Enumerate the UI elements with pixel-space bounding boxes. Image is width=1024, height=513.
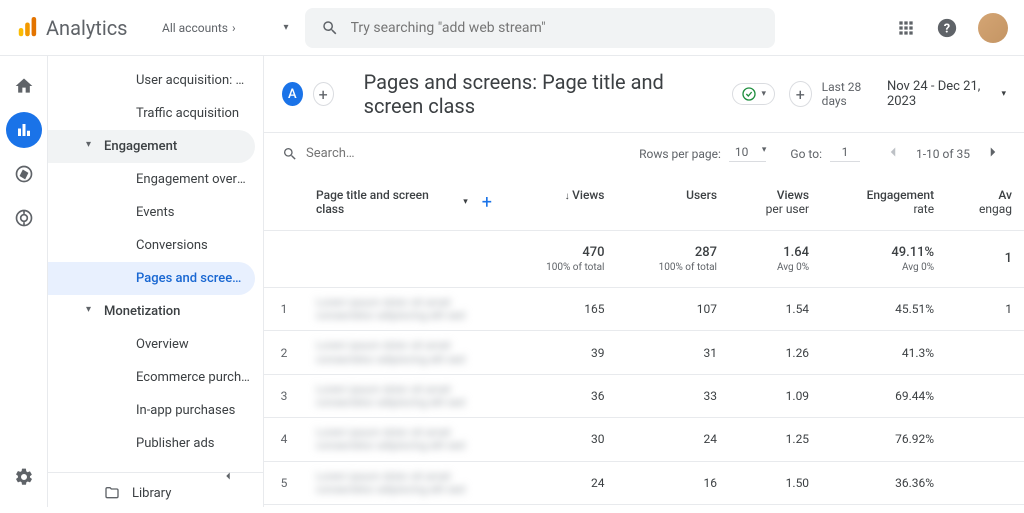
add-segment-button[interactable]: +: [313, 82, 334, 106]
check-circle-icon: [741, 86, 757, 102]
pager-next-button[interactable]: [980, 139, 1006, 168]
totals-row: 470100% of total287100% of total1.64Avg …: [264, 231, 1024, 288]
table-row[interactable]: 2Lorem ipsum dolor sit amet consectetur …: [264, 331, 1024, 374]
user-avatar[interactable]: [978, 13, 1008, 43]
analytics-logo-icon: [16, 17, 38, 39]
chevron-down-icon: ▾: [1001, 89, 1006, 99]
sidebar-item[interactable]: Engagement: [48, 130, 255, 163]
search-icon: [282, 146, 298, 162]
dimension-header[interactable]: Page title and screen class: [316, 188, 457, 216]
library-label: Library: [132, 486, 171, 501]
column-header[interactable]: Viewsper user: [729, 174, 821, 231]
property-dropdown[interactable]: ▾: [284, 22, 289, 33]
report-nav-sidebar: User acquisition: First user …Traffic ac…: [48, 56, 264, 507]
product-name: Analytics: [46, 16, 128, 40]
sidebar-item[interactable]: In-app purchases: [48, 394, 263, 427]
sidebar-item[interactable]: Events: [48, 196, 263, 229]
sidebar-item[interactable]: Monetization: [48, 295, 255, 328]
table-row[interactable]: 4Lorem ipsum dolor sit amet consectetur …: [264, 418, 1024, 461]
collapse-sidebar-button[interactable]: [213, 461, 243, 495]
pager-prev-button[interactable]: [880, 139, 906, 168]
sidebar-item[interactable]: Conversions: [48, 229, 263, 262]
column-header[interactable]: Users: [617, 174, 730, 231]
add-comparison-button[interactable]: +: [789, 81, 812, 107]
sidebar-item[interactable]: Publisher ads: [48, 427, 263, 460]
table-search-input[interactable]: [306, 146, 472, 161]
chevron-down-icon: ▾: [463, 197, 468, 207]
folder-icon: [104, 485, 120, 501]
goto-label: Go to:: [790, 147, 822, 161]
segment-badge[interactable]: A: [282, 82, 303, 106]
accounts-label: All accounts: [162, 21, 228, 35]
chevron-left-icon: [221, 469, 235, 483]
search-icon: [321, 19, 339, 37]
pager-range-text: 1-10 of 35: [916, 147, 970, 161]
sidebar-item[interactable]: Engagement overview: [48, 163, 263, 196]
icon-rail: [0, 56, 48, 507]
report-status-pill[interactable]: ▾: [732, 83, 775, 105]
column-header[interactable]: ↓ Views: [504, 174, 617, 231]
apps-grid-icon[interactable]: [896, 18, 916, 38]
date-preset-label: Last 28 days: [822, 80, 879, 108]
rail-home[interactable]: [6, 68, 42, 104]
search-bar[interactable]: [305, 8, 775, 48]
svg-text:?: ?: [944, 21, 950, 36]
chevron-right-icon: ›: [232, 21, 236, 35]
chevron-left-icon: [884, 143, 902, 161]
column-header[interactable]: Engagementrate: [821, 174, 946, 231]
sidebar-item[interactable]: Ecommerce purchases: [48, 361, 263, 394]
rows-per-page-select[interactable]: 10: [729, 145, 767, 162]
rail-explore[interactable]: [6, 156, 42, 192]
table-row[interactable]: 5Lorem ipsum dolor sit amet consectetur …: [264, 461, 1024, 504]
rail-reports[interactable]: [6, 112, 42, 148]
help-icon[interactable]: ?: [936, 17, 958, 39]
sidebar-item[interactable]: User acquisition: First user …: [48, 64, 263, 97]
date-range-picker[interactable]: Last 28 days Nov 24 - Dec 21, 2023 ▾: [822, 79, 1006, 109]
date-range-text: Nov 24 - Dec 21, 2023: [887, 79, 994, 109]
add-dimension-button[interactable]: +: [482, 192, 492, 213]
rows-per-page-label: Rows per page:: [639, 147, 721, 161]
goto-input[interactable]: 1: [830, 145, 860, 162]
column-header[interactable]: Avengag: [946, 174, 1024, 231]
table-row[interactable]: 1Lorem ipsum dolor sit amet consectetur …: [264, 288, 1024, 331]
sidebar-item[interactable]: Overview: [48, 328, 263, 361]
sidebar-item[interactable]: Pages and screens: Page ti…: [48, 262, 255, 295]
chevron-down-icon: ▾: [761, 89, 766, 99]
accounts-picker[interactable]: All accounts ›: [154, 17, 244, 39]
product-logo[interactable]: Analytics: [16, 16, 146, 40]
rail-admin[interactable]: [6, 459, 42, 495]
search-input[interactable]: [351, 20, 759, 36]
report-table: Page title and screen class ▾ + ↓ Views …: [264, 174, 1024, 507]
chevron-right-icon: [984, 143, 1002, 161]
page-title: Pages and screens: Page title and screen…: [364, 70, 723, 118]
table-row[interactable]: 3Lorem ipsum dolor sit amet consectetur …: [264, 374, 1024, 417]
rail-advertising[interactable]: [6, 200, 42, 236]
sidebar-item[interactable]: Traffic acquisition: [48, 97, 263, 130]
